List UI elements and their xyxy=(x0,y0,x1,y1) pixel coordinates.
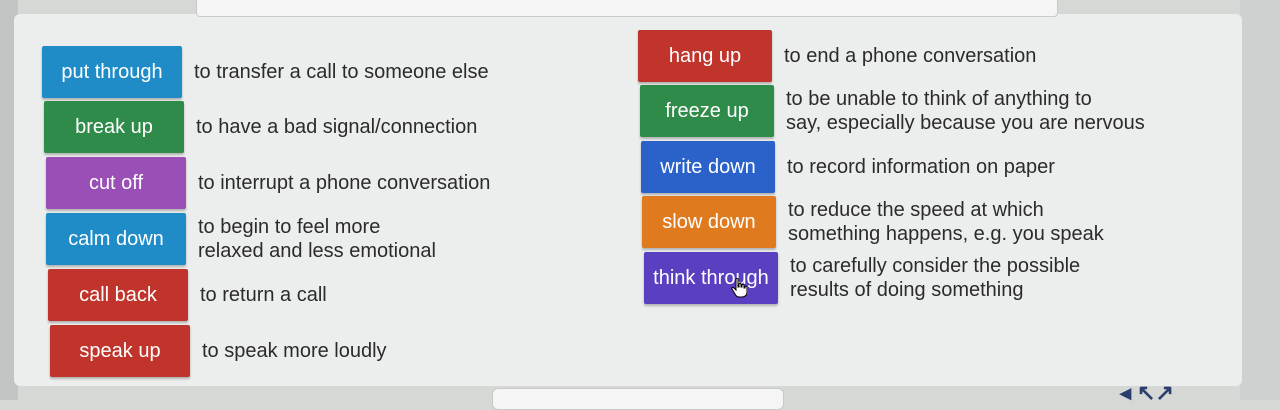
definition-text: to record information on paper xyxy=(787,155,1055,179)
definition-line: to speak more loudly xyxy=(202,340,387,362)
match-row: put through to transfer a call to someon… xyxy=(42,46,489,98)
definition-line: to interrupt a phone conversation xyxy=(198,172,491,194)
match-row: freeze up to be unable to think of anyth… xyxy=(640,85,1145,137)
definition-line: to return a call xyxy=(200,284,327,306)
term-tile-hang-up[interactable]: hang up xyxy=(638,30,772,82)
background-right xyxy=(1240,0,1280,400)
definition-line: something happens, e.g. you speak xyxy=(788,223,1104,245)
definition-line: to carefully consider the possible xyxy=(790,255,1081,277)
match-row: call back to return a call xyxy=(48,269,327,321)
bottom-drop-zone[interactable] xyxy=(492,388,784,410)
definition-line: to begin to feel more xyxy=(198,216,381,238)
term-tile-slow-down[interactable]: slow down xyxy=(642,196,776,248)
expand-icon[interactable]: ↖↗ xyxy=(1137,380,1174,406)
definition-line: to be unable to think of anything to xyxy=(786,88,1092,110)
match-row: break up to have a bad signal/connection xyxy=(44,101,477,153)
term-tile-cut-off[interactable]: cut off xyxy=(46,157,186,209)
term-tile-think-through[interactable]: think through xyxy=(644,252,778,304)
definition-text: to reduce the speed at which something h… xyxy=(788,198,1104,246)
term-tile-break-up[interactable]: break up xyxy=(44,101,184,153)
definition-text: to be unable to think of anything to say… xyxy=(786,87,1145,135)
term-tile-speak-up[interactable]: speak up xyxy=(50,325,190,377)
term-tile-write-down[interactable]: write down xyxy=(641,141,775,193)
definition-text: to interrupt a phone conversation xyxy=(198,171,490,195)
definition-line: results of doing something xyxy=(790,279,1024,301)
definition-text: to carefully consider the possible resul… xyxy=(790,254,1080,302)
definition-line: to transfer a call to someone else xyxy=(194,61,489,83)
match-row: hang up to end a phone conversation xyxy=(638,30,1036,82)
match-row: think through to carefully consider the … xyxy=(644,252,1080,304)
term-tile-freeze-up[interactable]: freeze up xyxy=(640,85,774,137)
definition-text: to have a bad signal/connection xyxy=(196,115,477,139)
back-arrow-icon[interactable]: ◂ xyxy=(1120,380,1131,406)
nav-icons: ◂ ↖↗ xyxy=(1120,380,1174,406)
match-row: cut off to interrupt a phone conversatio… xyxy=(46,157,490,209)
match-row: write down to record information on pape… xyxy=(641,141,1055,193)
definition-line: to end a phone conversation xyxy=(784,45,1037,67)
definition-text: to transfer a call to someone else xyxy=(194,60,489,84)
definition-line: to have a bad signal/connection xyxy=(196,116,478,138)
hand-cursor-icon xyxy=(731,278,747,298)
definition-line: relaxed and less emotional xyxy=(198,240,436,262)
definition-text: to end a phone conversation xyxy=(784,44,1036,68)
definition-text: to begin to feel more relaxed and less e… xyxy=(198,215,436,263)
term-tile-call-back[interactable]: call back xyxy=(48,269,188,321)
match-row: calm down to begin to feel more relaxed … xyxy=(46,213,436,265)
definition-text: to speak more loudly xyxy=(202,339,387,363)
definition-line: to record information on paper xyxy=(787,156,1055,178)
definition-text: to return a call xyxy=(200,283,327,307)
match-row: slow down to reduce the speed at which s… xyxy=(642,196,1104,248)
term-tile-put-through[interactable]: put through xyxy=(42,46,182,98)
match-row: speak up to speak more loudly xyxy=(50,325,387,377)
top-drop-zone[interactable] xyxy=(196,0,1058,17)
definition-line: say, especially because you are nervous xyxy=(786,112,1145,134)
term-tile-calm-down[interactable]: calm down xyxy=(46,213,186,265)
definition-line: to reduce the speed at which xyxy=(788,199,1044,221)
